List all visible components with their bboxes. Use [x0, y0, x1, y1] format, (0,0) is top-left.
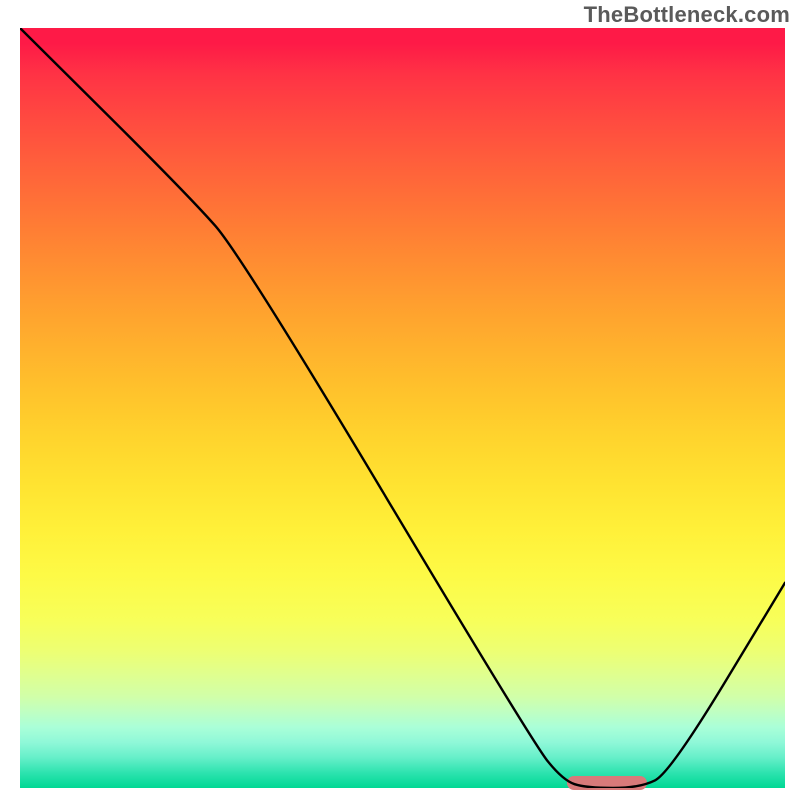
curve-line — [20, 28, 785, 788]
plot-area — [20, 28, 785, 788]
watermark-text: TheBottleneck.com — [584, 2, 790, 28]
